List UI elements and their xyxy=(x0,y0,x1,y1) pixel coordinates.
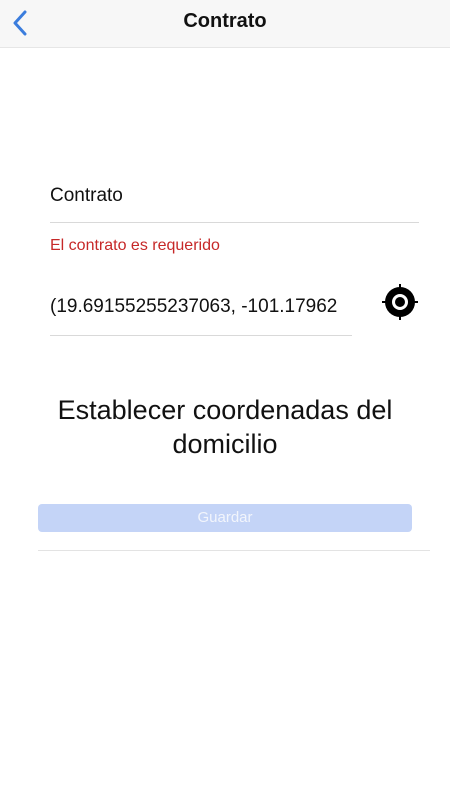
contrato-field[interactable] xyxy=(50,175,419,223)
save-button[interactable]: Guardar xyxy=(38,504,412,532)
contrato-input[interactable] xyxy=(50,175,419,217)
divider xyxy=(38,550,430,551)
coordinates-field[interactable] xyxy=(50,285,352,336)
crosshair-target-icon xyxy=(382,284,418,320)
coordinates-heading: Establecer coordenadas del domicilio xyxy=(57,395,393,459)
page-title: Contrato xyxy=(183,10,267,32)
coordinates-input[interactable] xyxy=(50,285,352,329)
contrato-error-message: El contrato es requerido xyxy=(50,237,220,254)
navigation-bar: Contrato xyxy=(0,0,450,48)
locate-button[interactable] xyxy=(382,284,418,320)
